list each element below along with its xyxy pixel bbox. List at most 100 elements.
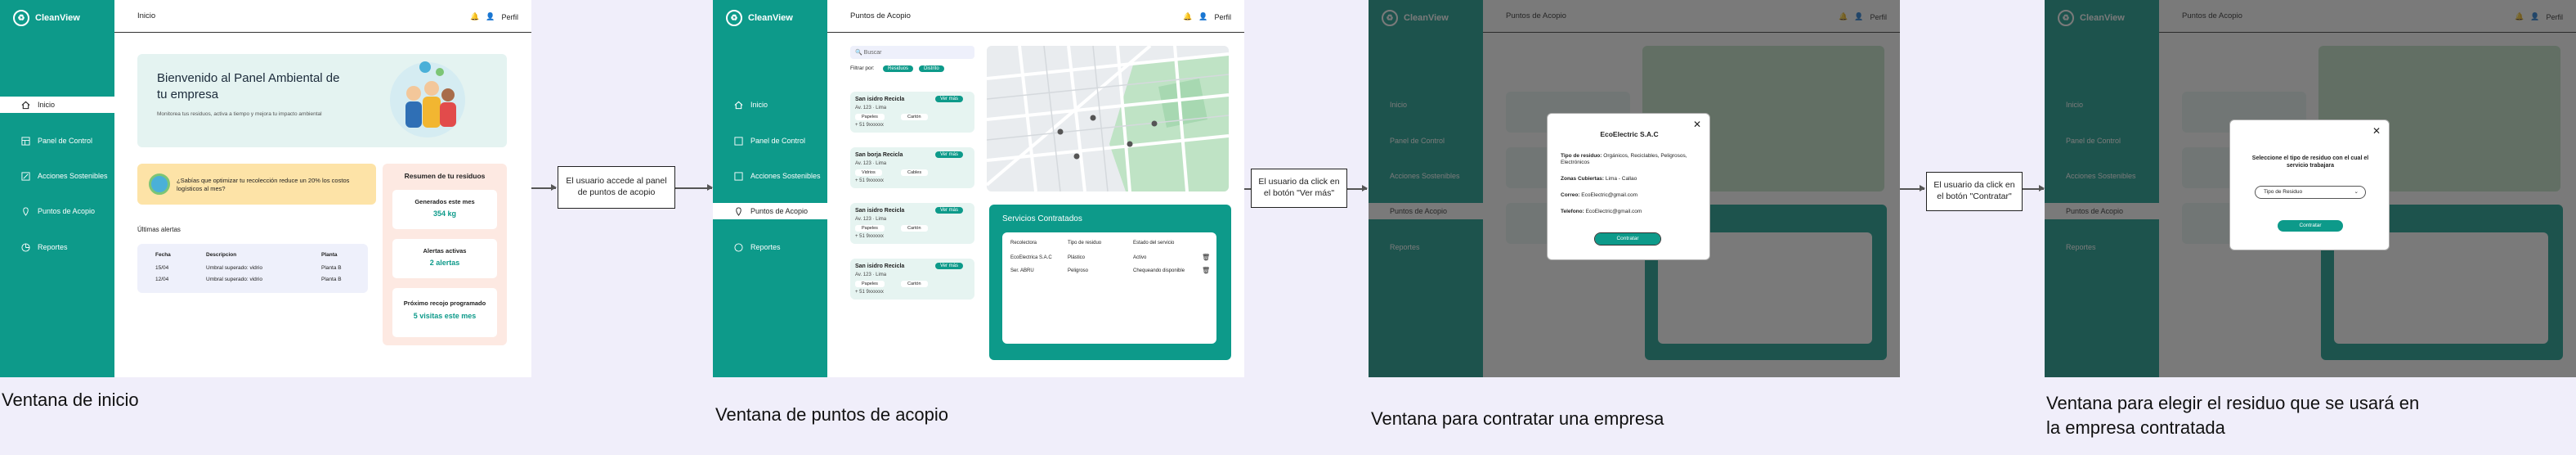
close-icon[interactable]: ✕: [1693, 119, 1701, 130]
modal-title: Seleccione el tipo de residuo con el cua…: [2251, 155, 2369, 169]
pin-icon: [736, 206, 741, 216]
nav-item-acciones[interactable]: Acciones Sostenibles: [713, 168, 827, 184]
sidebar: ♻CleanView Inicio Panel de Control Accio…: [713, 0, 827, 377]
alert-plant: Planta B: [321, 277, 342, 282]
trash-icon[interactable]: 🗑: [1202, 254, 1210, 261]
sidebar: ♻CleanView Inicio Panel de Control Accio…: [0, 0, 114, 377]
home-icon: [734, 101, 743, 109]
team-illustration: [390, 61, 465, 137]
ver-mas-button[interactable]: Ver más: [935, 207, 964, 214]
logo: ♻CleanView: [13, 10, 80, 26]
summary-card: Próximo recojo programado 5 visitas este…: [392, 288, 497, 337]
nav-item-reportes[interactable]: Reportes: [713, 239, 827, 255]
alert-date: 15/04: [155, 265, 169, 271]
dashboard-icon: [734, 136, 743, 146]
company-card: San borja Recicla Av. 123 · Lima Vidrios…: [850, 147, 974, 188]
globe-icon: [149, 173, 170, 195]
ver-mas-button[interactable]: Ver más: [935, 263, 964, 269]
flow-note: El usuario accede al panel de puntos de …: [558, 166, 675, 209]
flow-arrow: [1347, 186, 1368, 191]
topbar-actions: 🔔 👤 Perfil: [1183, 12, 1231, 21]
flow-arrow: [531, 185, 557, 190]
tip-card: ¿Sabías que optimizar tu recolección red…: [137, 164, 376, 205]
caption-inicio: Ventana de inicio: [2, 390, 139, 410]
alerts-title: Últimas alertas: [137, 226, 181, 233]
profile-link[interactable]: Perfil: [1214, 13, 1231, 21]
pin-icon: [23, 206, 29, 216]
contracted-table: Recolectora Tipo de residuo Estado del s…: [1002, 232, 1216, 344]
tip-text: ¿Sabías que optimizar tu recolección red…: [177, 177, 350, 192]
filter-chip-distrito[interactable]: Distrito: [919, 65, 944, 72]
search-box[interactable]: 🔍 Buscar: [850, 46, 974, 59]
confirm-contratar-button[interactable]: Contratar: [2278, 220, 2343, 232]
nav-item-panel[interactable]: Panel de Control: [0, 133, 114, 149]
map[interactable]: [987, 46, 1229, 191]
alert-desc: Umbral superado: vidrio: [206, 265, 263, 271]
search-input[interactable]: Buscar: [864, 50, 882, 56]
company-modal: EcoElectric S.A.C ✕ Tipo de residuo: Org…: [1547, 113, 1710, 260]
flow-note: El usuario da click en el botón "Contrat…: [1926, 172, 2023, 211]
user-icon[interactable]: 👤: [1198, 12, 1207, 21]
dashboard-icon: [21, 136, 30, 146]
leaf-icon: [21, 171, 30, 181]
topbar: Inicio: [114, 0, 531, 33]
modal-title: EcoElectric S.A.C: [1600, 130, 1659, 138]
leaf-icon: [734, 171, 743, 181]
search-icon: 🔍: [855, 50, 862, 56]
contracted-panel: Servicios Contratados Recolectora Tipo d…: [989, 205, 1231, 360]
company-card: San isidro Recicla Av. 123 · Lima Papele…: [850, 259, 974, 300]
alerts-table: Fecha Descripcion Planta 15/04 Umbral su…: [137, 244, 368, 293]
ver-mas-button[interactable]: Ver más: [935, 96, 964, 102]
report-icon: [734, 242, 743, 252]
ver-mas-button[interactable]: Ver más: [935, 151, 964, 158]
filter-chip-residuos[interactable]: Residuos: [883, 65, 914, 72]
alert-date: 12/04: [155, 277, 169, 282]
nav-item-inicio[interactable]: Inicio: [713, 97, 827, 113]
profile-link[interactable]: Perfil: [501, 13, 518, 21]
welcome-card: Bienvenido al Panel Ambiental de tu empr…: [137, 54, 507, 147]
contratar-button[interactable]: Contratar: [1594, 232, 1661, 246]
screen-inicio: ♻ CleanView Inicio Panel de Control Accio…: [0, 0, 531, 377]
welcome-subtitle: Monitorea tus residuos, activa a tiempo …: [157, 111, 322, 117]
nav-item-reportes[interactable]: Reportes: [0, 239, 114, 255]
close-icon[interactable]: ✕: [2372, 125, 2381, 137]
logo: ♻CleanView: [726, 10, 793, 26]
flow-arrow: [1900, 186, 1925, 191]
alert-desc: Umbral superado: vidrio: [206, 277, 263, 282]
recycle-icon: ♻: [13, 10, 29, 26]
company-card: San isidro Recicla Av. 123 · Lima Papele…: [850, 92, 974, 133]
nav-item-puntos[interactable]: Puntos de Acopio: [713, 203, 827, 219]
nav-item-acciones[interactable]: Acciones Sostenibles: [0, 168, 114, 184]
nav-item-panel[interactable]: Panel de Control: [713, 133, 827, 149]
residue-select[interactable]: Tipo de Residuo ⌄: [2255, 186, 2366, 199]
caption-puntos: Ventana de puntos de acopio: [715, 404, 949, 425]
screen-contratar: ♻CleanView Inicio Panel de Control Accio…: [1369, 0, 1900, 377]
summary-card: Alertas activas 2 alertas: [392, 239, 497, 278]
topbar: Puntos de Acopio: [827, 0, 1244, 33]
caption-elegir: Ventana para elegir el residuo que se us…: [2046, 393, 2420, 438]
contracted-title: Servicios Contratados: [1002, 214, 1082, 223]
flow-arrow: [675, 185, 713, 190]
flow-arrow: [2023, 186, 2045, 191]
topbar-actions: 🔔 👤 Perfil: [470, 12, 518, 21]
nav-item-puntos[interactable]: Puntos de Acopio: [0, 203, 114, 219]
caption-contratar: Ventana para contratar una empresa: [1371, 408, 1664, 429]
bell-icon[interactable]: 🔔: [470, 12, 479, 21]
recycle-icon: ♻: [726, 10, 742, 26]
welcome-title: Bienvenido al Panel Ambiental de tu empr…: [157, 71, 340, 101]
user-icon[interactable]: 👤: [486, 12, 495, 21]
report-icon: [21, 242, 30, 252]
bell-icon[interactable]: 🔔: [1183, 12, 1192, 21]
flow-note: El usuario da click en el botón "Ver más…: [1251, 169, 1347, 208]
summary-panel: Resumen de tu residuos Generados este me…: [383, 164, 507, 345]
company-card: San isidro Recicla Av. 123 · Lima Papele…: [850, 203, 974, 244]
home-icon: [21, 101, 30, 109]
summary-card: Generados este mes 354 kg: [392, 190, 497, 229]
page-title: Puntos de Acopio: [850, 11, 911, 20]
page-title: Inicio: [137, 11, 156, 20]
trash-icon[interactable]: 🗑: [1202, 267, 1210, 274]
screen-elegir-residuo: ♻CleanView Inicio Panel de Control Accio…: [2045, 0, 2576, 377]
nav-item-inicio[interactable]: Inicio: [0, 97, 114, 113]
residue-modal: ✕ Seleccione el tipo de residuo con el c…: [2229, 119, 2390, 250]
filter-label: Filtrar por:: [850, 65, 875, 71]
